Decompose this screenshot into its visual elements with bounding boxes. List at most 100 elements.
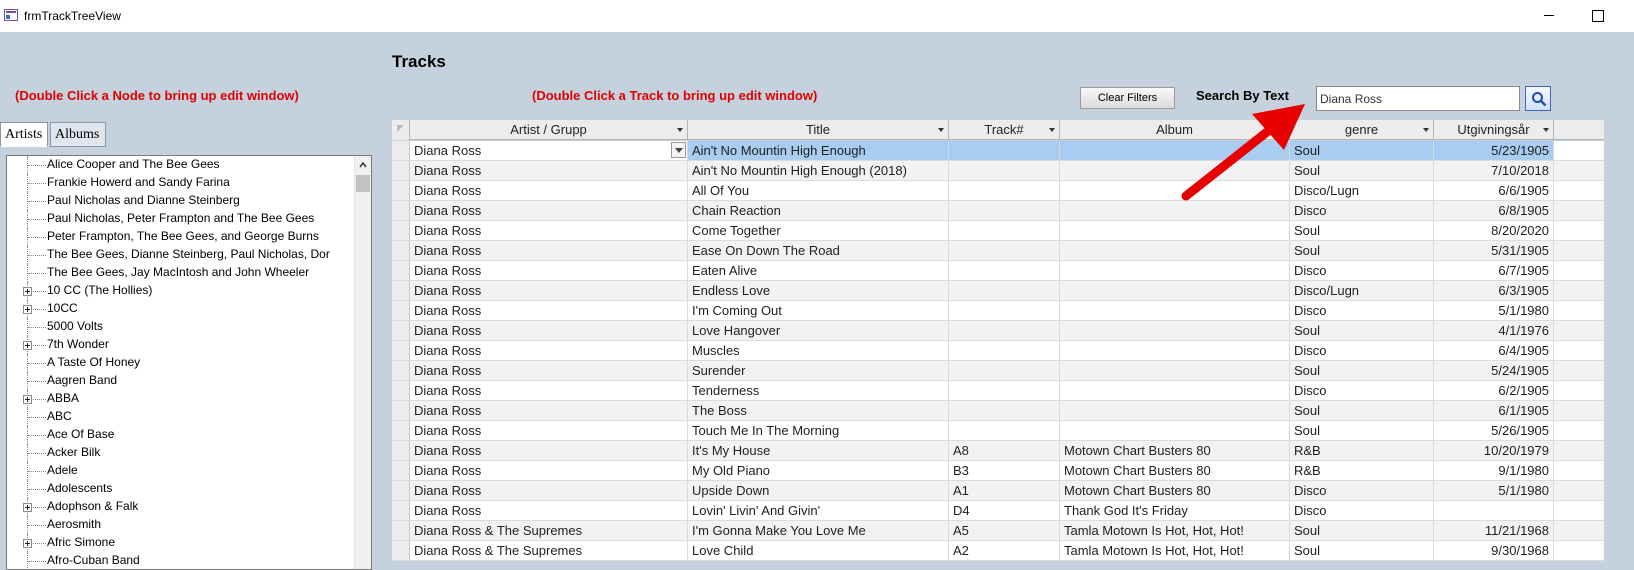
col-year-cell[interactable]: 10/20/1979 [1434, 441, 1554, 460]
tree-item[interactable]: 5000 Volts [7, 318, 371, 336]
col-title-cell[interactable]: Ain't No Mountin High Enough (2018) [688, 161, 949, 180]
col-album-cell[interactable] [1060, 341, 1290, 360]
col-genre-cell[interactable]: R&B [1290, 441, 1434, 460]
col-year-cell[interactable]: 6/4/1905 [1434, 341, 1554, 360]
row-selector[interactable] [392, 161, 410, 180]
col-title-cell[interactable]: Upside Down [688, 481, 949, 500]
artist-tree[interactable]: Alice Cooper and The Bee Gees Frankie How… [6, 155, 372, 570]
col-track-number-cell[interactable] [949, 401, 1060, 420]
row-selector[interactable] [392, 261, 410, 280]
table-row[interactable]: Diana Ross Ease On Down The Road Soul 5/31/… [392, 241, 1604, 261]
tree-item[interactable]: ABC [7, 408, 371, 426]
col-title-cell[interactable]: Ease On Down The Road [688, 241, 949, 260]
col-track-number-cell[interactable] [949, 201, 1060, 220]
col-genre-cell[interactable]: Soul [1290, 401, 1434, 420]
row-selector[interactable] [392, 141, 410, 160]
col-year-cell[interactable]: 6/1/1905 [1434, 401, 1554, 420]
row-selector[interactable] [392, 461, 410, 480]
col-genre-cell[interactable]: Disco [1290, 501, 1434, 520]
table-row[interactable]: Diana Ross Come Together Soul 8/20/2020 [392, 221, 1604, 241]
col-artist-cell[interactable]: Diana Ross [410, 261, 688, 280]
col-track-number-cell[interactable] [949, 361, 1060, 380]
row-selector[interactable] [392, 401, 410, 420]
col-genre-cell[interactable]: R&B [1290, 461, 1434, 480]
table-row[interactable]: Diana Ross All Of You Disco/Lugn 6/6/1905 [392, 181, 1604, 201]
col-album-cell[interactable]: Tamla Motown Is Hot, Hot, Hot! [1060, 521, 1290, 540]
tree-item[interactable]: Paul Nicholas and Dianne Steinberg [7, 192, 371, 210]
filter-dropdown-icon[interactable] [1423, 128, 1429, 132]
tree-item[interactable]: Afric Simone [7, 534, 371, 552]
tree-scrollbar-thumb[interactable] [356, 175, 370, 192]
table-row[interactable]: Diana Ross Muscles Disco 6/4/1905 [392, 341, 1604, 361]
expand-plus-icon[interactable] [23, 341, 32, 350]
col-genre-header[interactable]: genre [1290, 120, 1434, 140]
col-artist-cell[interactable]: Diana Ross [410, 241, 688, 260]
col-title-cell[interactable]: Come Together [688, 221, 949, 240]
col-artist-cell[interactable]: Diana Ross [410, 221, 688, 240]
col-artist-cell[interactable]: Diana Ross [410, 501, 688, 520]
col-genre-cell[interactable]: Disco [1290, 261, 1434, 280]
row-selector[interactable] [392, 281, 410, 300]
scroll-up-icon[interactable] [359, 161, 367, 169]
col-track-number-cell[interactable]: D4 [949, 501, 1060, 520]
col-album-cell[interactable] [1060, 401, 1290, 420]
tree-item[interactable]: Peter Frampton, The Bee Gees, and George… [7, 228, 371, 246]
col-title-cell[interactable]: My Old Piano [688, 461, 949, 480]
col-year-cell[interactable]: 6/8/1905 [1434, 201, 1554, 220]
col-album-cell[interactable]: Motown Chart Busters 80 [1060, 441, 1290, 460]
tree-item[interactable]: 10 CC (The Hollies) [7, 282, 371, 300]
col-album-cell[interactable] [1060, 361, 1290, 380]
table-row[interactable]: Diana Ross I'm Coming Out Disco 5/1/1980 [392, 301, 1604, 321]
col-genre-cell[interactable]: Disco [1290, 301, 1434, 320]
col-title-cell[interactable]: It's My House [688, 441, 949, 460]
row-selector[interactable] [392, 521, 410, 540]
row-selector[interactable] [392, 341, 410, 360]
filter-dropdown-icon[interactable] [1543, 128, 1549, 132]
col-year-cell[interactable]: 5/31/1905 [1434, 241, 1554, 260]
col-album-cell[interactable] [1060, 261, 1290, 280]
col-artist-cell[interactable]: Diana Ross [410, 161, 688, 180]
table-row[interactable]: Diana Ross Lovin' Livin' And Givin' D4 Than… [392, 501, 1604, 521]
filter-dropdown-icon[interactable] [677, 128, 683, 132]
col-year-cell[interactable]: 7/10/2018 [1434, 161, 1554, 180]
col-year-cell[interactable]: 5/24/1905 [1434, 361, 1554, 380]
col-genre-cell[interactable]: Soul [1290, 521, 1434, 540]
col-genre-cell[interactable]: Disco [1290, 201, 1434, 220]
col-artist-cell[interactable]: Diana Ross [410, 201, 688, 220]
tree-item[interactable]: Ace Of Base [7, 426, 371, 444]
tree-item[interactable]: Adophson & Falk [7, 498, 371, 516]
expand-plus-icon[interactable] [23, 305, 32, 314]
col-title-cell[interactable]: The Boss [688, 401, 949, 420]
table-row[interactable]: Diana Ross Chain Reaction Disco 6/8/1905 [392, 201, 1604, 221]
col-track-number-cell[interactable] [949, 341, 1060, 360]
col-artist-cell[interactable]: Diana Ross [410, 381, 688, 400]
col-artist-cell[interactable]: Diana Ross & The Supremes [410, 541, 688, 560]
tree-item[interactable]: 7th Wonder [7, 336, 371, 354]
col-album-cell[interactable] [1060, 321, 1290, 340]
tree-item[interactable]: Frankie Howerd and Sandy Farina [7, 174, 371, 192]
col-title-cell[interactable]: Tenderness [688, 381, 949, 400]
col-genre-cell[interactable]: Soul [1290, 361, 1434, 380]
col-artist-cell[interactable]: Diana Ross [410, 341, 688, 360]
col-album-cell[interactable] [1060, 281, 1290, 300]
row-selector[interactable] [392, 381, 410, 400]
col-album-cell[interactable] [1060, 301, 1290, 320]
expand-plus-icon[interactable] [23, 503, 32, 512]
col-track-number-cell[interactable]: B3 [949, 461, 1060, 480]
col-artist-cell[interactable]: Diana Ross [410, 281, 688, 300]
col-genre-cell[interactable]: Soul [1290, 141, 1434, 160]
col-genre-cell[interactable]: Disco [1290, 481, 1434, 500]
table-row[interactable]: Diana Ross It's My House A8 Motown Chart Bu… [392, 441, 1604, 461]
col-title-cell[interactable]: Endless Love [688, 281, 949, 300]
tree-item[interactable]: Afro-Cuban Band [7, 552, 371, 569]
col-track-number-cell[interactable] [949, 261, 1060, 280]
tree-item[interactable]: ABBA [7, 390, 371, 408]
col-year-cell[interactable]: 6/3/1905 [1434, 281, 1554, 300]
row-selector[interactable] [392, 181, 410, 200]
row-selector[interactable] [392, 361, 410, 380]
col-genre-cell[interactable]: Soul [1290, 541, 1434, 560]
col-genre-cell[interactable]: Soul [1290, 161, 1434, 180]
col-year-cell[interactable]: 11/21/1968 [1434, 521, 1554, 540]
col-artist-cell[interactable]: Diana Ross [410, 361, 688, 380]
col-album-cell[interactable]: Motown Chart Busters 80 [1060, 461, 1290, 480]
